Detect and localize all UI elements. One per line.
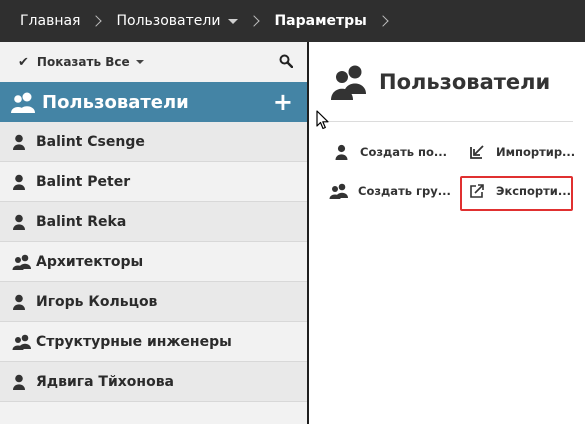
filter-dropdown[interactable]: ✔ Показать Все <box>0 42 307 82</box>
breadcrumb: Главная Пользователи Параметры <box>0 0 585 42</box>
users-header-title: Пользователи <box>42 91 189 113</box>
user-icon <box>12 134 34 150</box>
users-detail-panel: Пользователи Создать по... Импортир... С… <box>309 42 585 424</box>
export-icon <box>467 183 487 199</box>
panel-title: Пользователи <box>379 70 551 94</box>
export-label: Экспорти... <box>496 184 571 198</box>
list-item-label: Архитекторы <box>36 253 144 270</box>
user-icon <box>12 174 34 190</box>
create-group-button[interactable]: Создать гру... <box>329 183 451 199</box>
users-icon <box>331 65 366 100</box>
caret-down-icon[interactable] <box>228 18 239 24</box>
import-label: Импортир... <box>496 145 576 159</box>
list-item-label: Структурные инженеры <box>36 333 232 350</box>
import-icon <box>467 144 487 160</box>
export-button[interactable]: Экспорти... <box>467 183 571 199</box>
users-icon <box>11 92 35 113</box>
list-item-label: Ядвига Тйхонова <box>36 373 174 390</box>
breadcrumb-home[interactable]: Главная <box>20 13 80 29</box>
list-item[interactable]: Balint Csenge <box>0 122 307 162</box>
list-item-label: Игорь Кольцов <box>36 293 158 310</box>
list-item[interactable]: Ядвига Тйхонова <box>0 362 307 402</box>
users-icon <box>12 254 34 270</box>
list-item[interactable]: Balint Peter <box>0 162 307 202</box>
list-item[interactable]: Структурные инженеры <box>0 322 307 362</box>
add-icon[interactable]: + <box>273 90 293 114</box>
divider-line <box>323 121 573 122</box>
create-user-button[interactable]: Создать по... <box>331 144 447 160</box>
list-item[interactable]: Balint Reka <box>0 202 307 242</box>
breadcrumb-settings[interactable]: Параметры <box>274 13 366 29</box>
list-item-label: Balint Reka <box>36 213 127 230</box>
search-icon[interactable] <box>279 54 293 68</box>
list-item[interactable]: Архитекторы <box>0 242 307 282</box>
chevron-right-icon <box>250 16 260 26</box>
users-group-header[interactable]: Пользователи + <box>0 82 307 122</box>
create-user-label: Создать по... <box>360 145 447 159</box>
users-icon <box>329 183 349 199</box>
caret-down-icon <box>135 60 144 64</box>
users-icon <box>12 334 34 350</box>
user-icon <box>12 214 34 230</box>
chevron-right-icon <box>92 16 102 26</box>
list-item-label: Balint Csenge <box>36 133 145 150</box>
user-icon <box>12 374 34 390</box>
cursor-icon <box>316 110 329 130</box>
breadcrumb-users[interactable]: Пользователи <box>116 13 220 29</box>
users-sidebar: ✔ Показать Все Пользователи + Balint Cse… <box>0 42 307 424</box>
create-group-label: Создать гру... <box>358 184 451 198</box>
chevron-right-icon <box>379 16 389 26</box>
panel-header: Пользователи <box>331 64 550 100</box>
filter-label: Показать Все <box>36 55 130 69</box>
users-list: Balint Csenge Balint Peter Balint Reka А… <box>0 122 307 402</box>
import-button[interactable]: Импортир... <box>467 144 575 160</box>
user-icon <box>12 294 34 310</box>
user-icon <box>331 144 351 160</box>
list-item[interactable]: Игорь Кольцов <box>0 282 307 322</box>
check-icon: ✔ <box>18 54 29 70</box>
list-item-label: Balint Peter <box>36 173 131 190</box>
